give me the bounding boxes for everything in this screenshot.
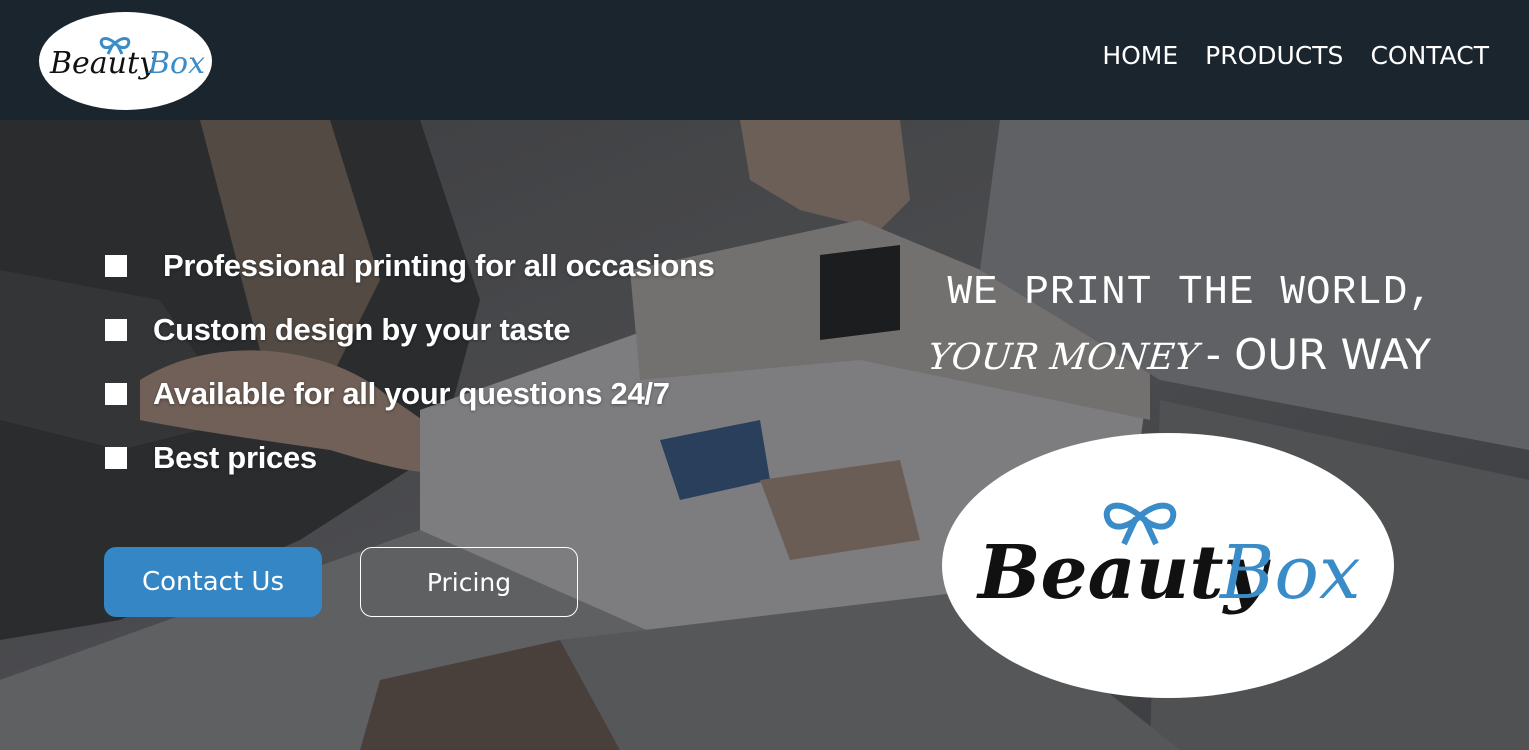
feature-item: Professional printing for all occasions xyxy=(105,234,715,298)
nav-link-contact[interactable]: CONTACT xyxy=(1370,40,1489,72)
feature-text: Professional printing for all occasions xyxy=(163,248,715,283)
contact-us-button[interactable]: Contact Us xyxy=(104,547,322,617)
square-bullet-icon xyxy=(105,383,127,405)
feature-item: Available for all your questions 24/7 xyxy=(105,362,715,426)
feature-item: Best prices xyxy=(105,426,715,490)
brand-word-beauty: Beauty xyxy=(49,46,157,81)
navbar: Beauty Box HOME PRODUCTS CONTACT xyxy=(0,0,1529,120)
feature-text: Available for all your questions 24/7 xyxy=(153,376,670,411)
tagline-rest: - OUR WAY xyxy=(1205,330,1431,379)
feature-list: Professional printing for all occasions … xyxy=(105,234,715,490)
hero-logo: Beauty Box xyxy=(942,433,1394,698)
feature-text: Best prices xyxy=(153,440,317,475)
nav-link-home[interactable]: HOME xyxy=(1102,40,1178,72)
nav-menu: HOME PRODUCTS CONTACT xyxy=(1102,40,1489,72)
tagline-line-1: WE PRINT THE WORLD, xyxy=(947,270,1434,316)
square-bullet-icon xyxy=(105,447,127,469)
tagline-accent: YOUR MONEY xyxy=(925,337,1200,378)
hero-brand-word-box: Box xyxy=(1218,530,1361,616)
tagline-line-2: YOUR MONEY - OUR WAY xyxy=(925,330,1431,379)
nav-link-products[interactable]: PRODUCTS xyxy=(1205,40,1343,72)
brand-logo-mark: Beauty Box xyxy=(49,37,205,81)
square-bullet-icon xyxy=(105,255,127,277)
feature-text: Custom design by your taste xyxy=(153,312,571,347)
hero-section: Professional printing for all occasions … xyxy=(0,120,1529,750)
brand-logo[interactable]: Beauty Box xyxy=(39,12,212,110)
brand-word-box: Box xyxy=(147,46,205,81)
square-bullet-icon xyxy=(105,319,127,341)
pricing-button[interactable]: Pricing xyxy=(360,547,578,617)
feature-item: Custom design by your taste xyxy=(105,298,715,362)
hero-logo-mark: Beauty Box xyxy=(976,502,1361,616)
